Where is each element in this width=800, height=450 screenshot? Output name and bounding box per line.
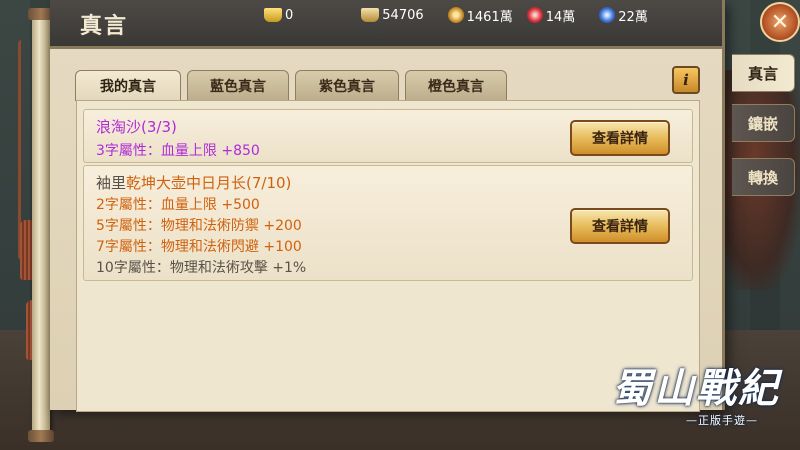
close-button[interactable]: ✕ <box>760 2 800 42</box>
zhenyan-title: 袖里乾坤大壶中日月长(7/10) <box>96 172 291 193</box>
scroll-rod <box>32 14 50 434</box>
currency-blue: 22萬 <box>599 6 648 25</box>
currency-silver-value: 54706 <box>382 7 424 23</box>
currency-red: 14萬 <box>526 6 576 25</box>
zhenyan-title-prefix: 袖里 <box>96 174 127 192</box>
logo-title: 蜀山戰紀 <box>612 365 780 412</box>
side-tab-inlay[interactable]: 鑲嵌 <box>732 104 795 142</box>
panel-title: 真言 <box>80 13 129 39</box>
zhenyan-title-main: 乾坤大壶中日月长(7/10) <box>126 174 292 192</box>
currency-silver: 54706 <box>361 7 424 23</box>
zhenyan-attribute: 5字屬性：物理和法術防禦 +200 <box>96 218 302 234</box>
logo-subtitle: —正版手遊— <box>686 414 758 427</box>
currency-gold-value: 0 <box>285 7 294 23</box>
zhenyan-tabs: 我的真言 藍色真言 紫色真言 橙色真言 <box>75 70 513 101</box>
currency-coin: 1461萬 <box>447 6 513 25</box>
list-item: 袖里乾坤大壶中日月长(7/10) 2字屬性：血量上限 +500 5字屬性：物理和… <box>83 165 693 281</box>
zhenyan-title: 浪淘沙(3/3) <box>96 118 177 136</box>
currency-bar: 0 54706 1461萬 14萬 22萬 <box>264 4 662 26</box>
zhenyan-list: 浪淘沙(3/3) 3字屬性：血量上限 +850 查看詳情 袖里乾坤大壶中日月长(… <box>76 100 700 412</box>
zhenyan-attribute: 7字屬性：物理和法術閃避 +100 <box>96 239 302 255</box>
blue-orb-icon <box>599 7 616 23</box>
currency-blue-value: 22萬 <box>618 9 648 25</box>
view-details-button[interactable]: 查看詳情 <box>570 120 670 156</box>
zhenyan-attribute: 10字屬性：物理和法術攻擊 +1% <box>96 260 307 276</box>
tab-blue-zhenyan[interactable]: 藍色真言 <box>187 70 289 101</box>
info-button[interactable]: i <box>672 66 700 94</box>
currency-gold: 0 <box>264 8 293 23</box>
currency-red-value: 14萬 <box>545 9 576 25</box>
side-tab-zhenyan[interactable]: 真言 <box>732 54 795 92</box>
tab-purple-zhenyan[interactable]: 紫色真言 <box>295 70 399 101</box>
game-logo: 蜀山戰紀 —正版手遊— <box>608 356 794 432</box>
currency-coin-value: 1461萬 <box>466 9 513 25</box>
scroll-cap-bottom <box>28 430 54 442</box>
zhenyan-attribute: 2字屬性：血量上限 +500 <box>96 197 260 213</box>
red-orb-icon <box>526 7 543 23</box>
tab-my-zhenyan[interactable]: 我的真言 <box>75 70 181 101</box>
gold-ingot-icon <box>264 8 282 22</box>
side-tab-convert[interactable]: 轉換 <box>732 158 795 196</box>
view-details-button[interactable]: 查看詳情 <box>570 208 670 244</box>
zhenyan-attribute: 3字屬性：血量上限 +850 <box>96 143 260 159</box>
silver-ingot-icon <box>361 8 380 22</box>
close-icon: ✕ <box>770 9 790 35</box>
tab-orange-zhenyan[interactable]: 橙色真言 <box>405 70 507 101</box>
copper-coin-icon <box>447 7 464 23</box>
list-item: 浪淘沙(3/3) 3字屬性：血量上限 +850 查看詳情 <box>83 109 693 163</box>
